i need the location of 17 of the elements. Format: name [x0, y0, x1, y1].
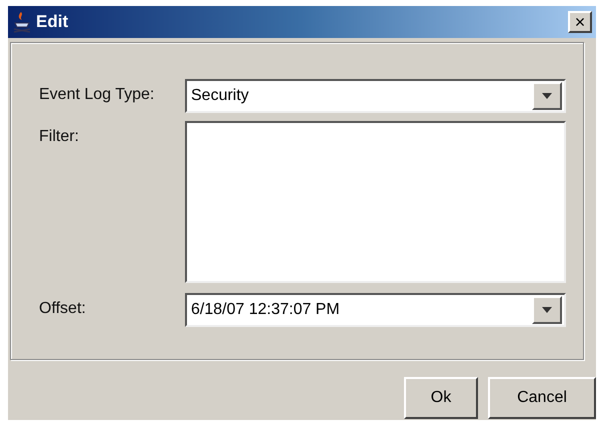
app-icon — [12, 11, 32, 33]
dropdown-field[interactable]: Security — [185, 79, 566, 113]
cancel-button[interactable]: Cancel — [488, 377, 596, 419]
field-label: Filter: — [39, 127, 80, 147]
dropdown-button[interactable] — [532, 82, 562, 110]
dropdown-button[interactable] — [532, 296, 562, 324]
dropdown-value: Security — [190, 87, 250, 105]
caret-icon — [542, 93, 552, 99]
close-button[interactable]: × — [568, 11, 592, 33]
window-title: Edit — [36, 12, 70, 32]
filter-field[interactable] — [185, 121, 566, 283]
ok-button[interactable]: Ok — [404, 377, 478, 419]
field-label: Offset: — [39, 299, 87, 319]
caret-icon — [542, 307, 552, 313]
dropdown-field[interactable]: 6/18/07 12:37:07 PM — [185, 293, 566, 327]
field-label: Event Log Type: — [39, 85, 156, 105]
dropdown-value: 6/18/07 12:37:07 PM — [190, 301, 341, 319]
